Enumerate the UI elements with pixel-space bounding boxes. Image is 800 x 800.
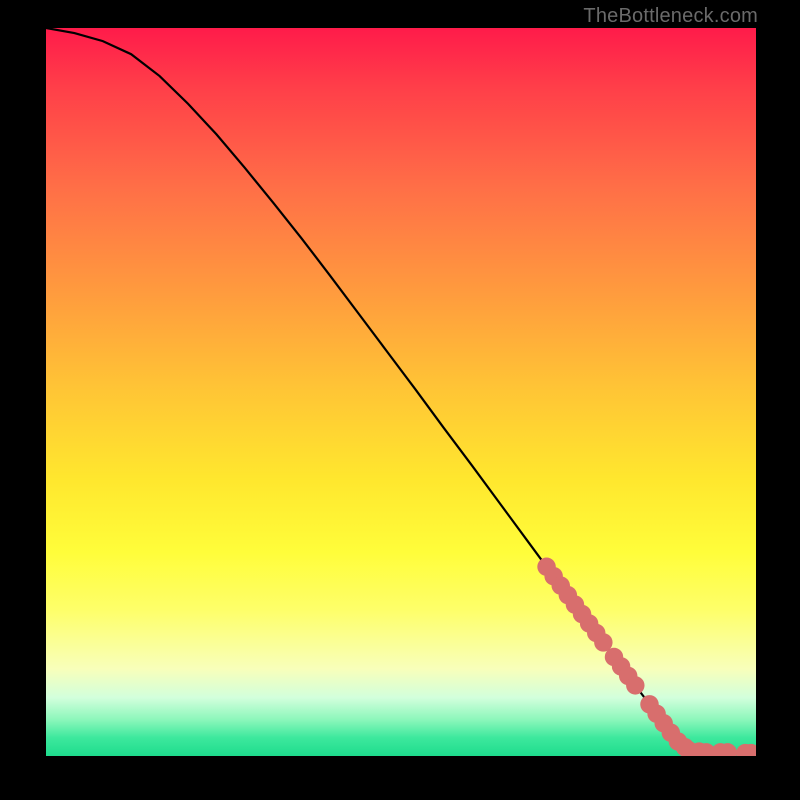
chart-svg <box>46 28 756 756</box>
attribution-text: TheBottleneck.com <box>583 5 758 28</box>
curve-path <box>46 28 756 753</box>
markers-group <box>537 557 756 756</box>
chart-frame: TheBottleneck.com <box>0 0 800 800</box>
marker-point <box>626 676 644 694</box>
plot-area <box>46 28 756 756</box>
